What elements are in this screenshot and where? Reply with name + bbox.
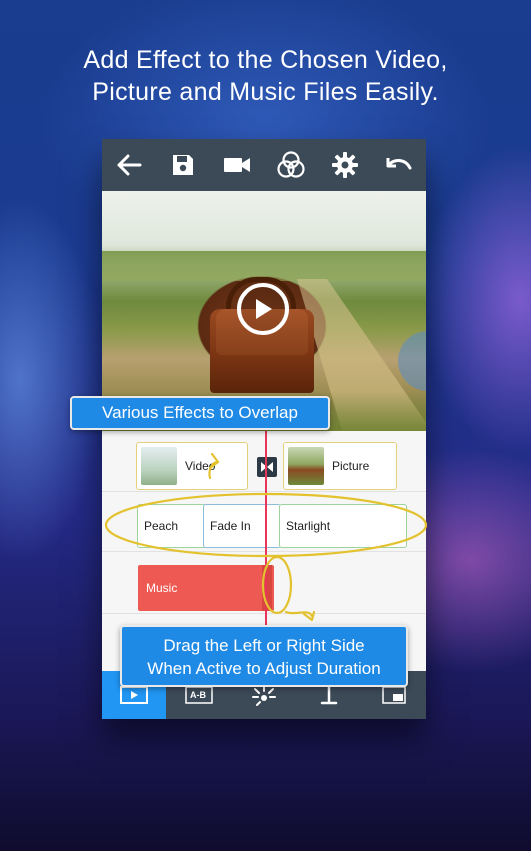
play-button-icon[interactable]: [237, 283, 289, 335]
video-preview[interactable]: [102, 191, 426, 431]
transition-icon[interactable]: [257, 457, 277, 477]
picture-clip-label: Picture: [332, 459, 370, 473]
svg-text:A-B: A-B: [190, 690, 206, 700]
promo-headline: Add Effect to the Chosen Video, Picture …: [0, 44, 531, 108]
effect-peach-label: Peach: [144, 519, 179, 533]
color-filter-icon[interactable]: [275, 149, 307, 181]
video-camera-icon[interactable]: [221, 149, 253, 181]
effect-starlight[interactable]: Starlight: [279, 504, 407, 548]
drag-callout-line-1: Drag the Left or Right Side: [163, 636, 365, 655]
promo-line-1: Add Effect to the Chosen Video,: [83, 46, 448, 74]
save-icon[interactable]: [167, 149, 199, 181]
drag-callout: Drag the Left or Right Side When Active …: [120, 625, 408, 687]
video-thumbnail: [141, 447, 177, 485]
effect-fade-in-label: Fade In: [210, 519, 251, 533]
music-clip-label: Music: [146, 581, 178, 595]
video-clip[interactable]: Video: [136, 442, 248, 490]
music-clip[interactable]: Music: [138, 565, 274, 611]
video-clip-label: Video: [185, 459, 216, 473]
effect-starlight-label: Starlight: [286, 519, 331, 533]
top-toolbar: [102, 139, 426, 191]
effect-peach[interactable]: Peach: [137, 504, 207, 548]
music-duration-handle[interactable]: [262, 565, 272, 611]
effects-callout: Various Effects to Overlap: [70, 396, 330, 430]
undo-icon[interactable]: [383, 149, 415, 181]
picture-clip[interactable]: Picture: [283, 442, 397, 490]
back-arrow-icon[interactable]: [113, 149, 145, 181]
effect-fade-in[interactable]: Fade In: [203, 504, 281, 548]
drag-callout-line-2: When Active to Adjust Duration: [147, 659, 381, 678]
settings-gear-icon[interactable]: [329, 149, 361, 181]
picture-thumbnail: [288, 447, 324, 485]
promo-line-2: Picture and Music Files Easily.: [92, 78, 439, 106]
side-expand-handle[interactable]: [398, 331, 426, 391]
